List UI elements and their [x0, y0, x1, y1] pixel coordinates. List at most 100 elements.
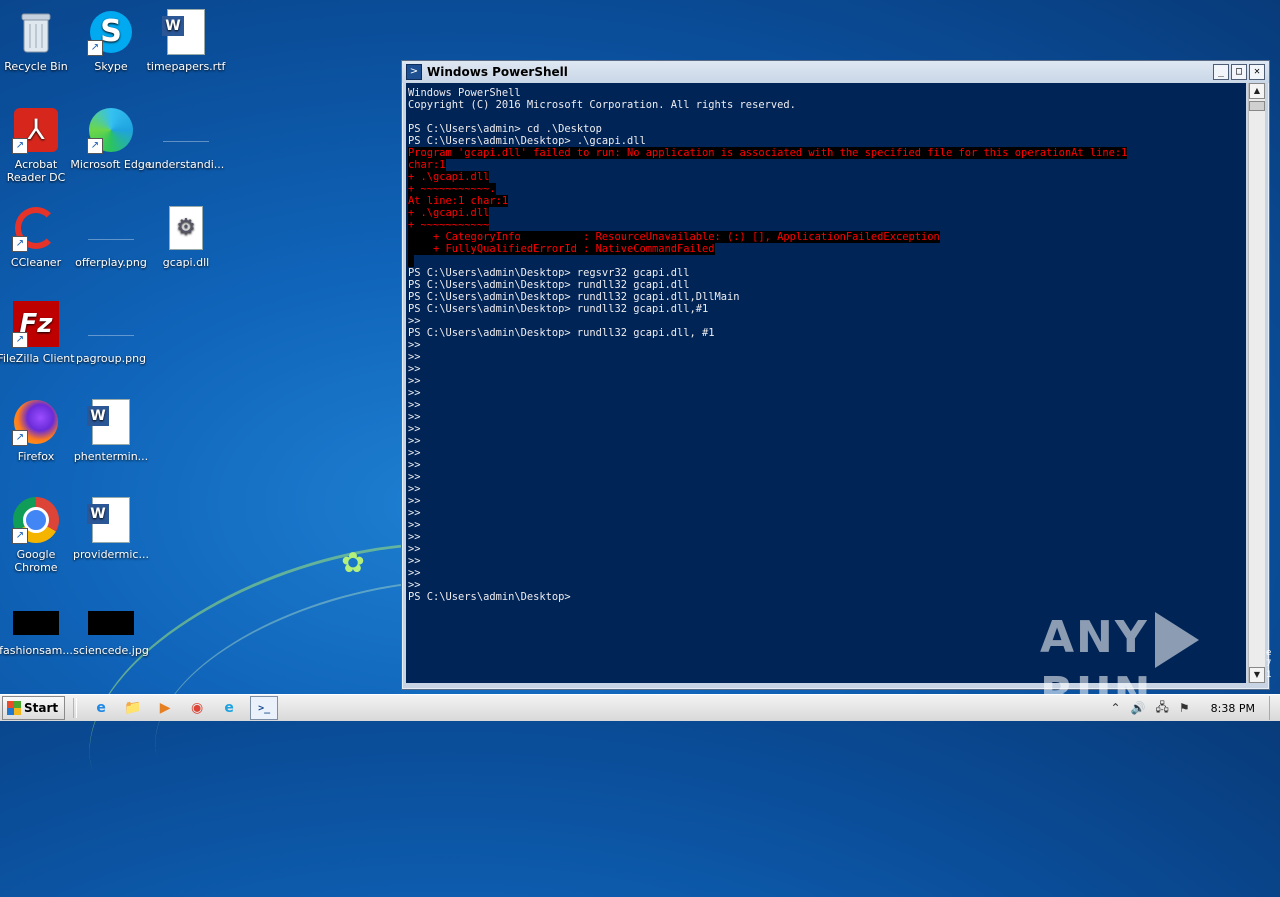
console-line: + FullyQualifiedErrorId : NativeCommandF… [408, 243, 1246, 255]
console-line: PS C:\Users\admin> cd .\Desktop [408, 123, 1246, 135]
console-line: >> [408, 519, 1246, 531]
console-line: PS C:\Users\admin\Desktop> .\gcapi.dll [408, 135, 1246, 147]
filezilla-icon: Fz ↗ [12, 300, 60, 348]
powershell-taskbar-icon[interactable]: >_ [250, 696, 278, 720]
console-error-text: + .\gcapi.dll [408, 207, 489, 219]
firefox-icon: ↗ [12, 398, 60, 446]
console-line: + ~~~~~~~~~~~ [408, 219, 1246, 231]
action-center-flag-icon[interactable]: ⚑ [1179, 701, 1190, 715]
console-line: >> [408, 555, 1246, 567]
desktop-icon-label: Acrobat Reader DC [7, 158, 66, 184]
show-hidden-icons-icon[interactable]: ⌃ [1111, 701, 1121, 715]
system-tray: ⌃ 🔊 🖧 ⚑ 8:38 PM [1106, 695, 1280, 721]
console-text: >> [408, 315, 421, 327]
desktop-icon-chrome[interactable]: ↗ Google Chrome [0, 496, 78, 574]
minimize-button[interactable]: _ [1213, 64, 1229, 80]
skype-icon: S ↗ [87, 8, 135, 56]
console-line: >> [408, 339, 1246, 351]
internet-explorer-icon[interactable]: e [90, 697, 112, 719]
recycle-bin-icon [12, 8, 60, 56]
desktop-icon-providermic[interactable]: W providermic... [69, 496, 153, 561]
console-output[interactable]: Windows PowerShellCopyright (C) 2016 Mic… [406, 83, 1246, 683]
console-line: >> [408, 531, 1246, 543]
desktop-icon-label: FileZilla Client [0, 352, 75, 365]
console-lines: Windows PowerShellCopyright (C) 2016 Mic… [406, 83, 1246, 603]
console-error-text: + .\gcapi.dll [408, 171, 489, 183]
console-line: PS C:\Users\admin\Desktop> regsvr32 gcap… [408, 267, 1246, 279]
maximize-button[interactable]: □ [1231, 64, 1247, 80]
shortcut-arrow-icon: ↗ [87, 138, 103, 154]
console-line: >> [408, 411, 1246, 423]
desktop-icon-label: Recycle Bin [4, 60, 67, 73]
file-thumbnail-icon [87, 300, 135, 348]
taskbar: Start e 📁 ▶ ◉ e >_ ⌃ 🔊 🖧 ⚑ 8:38 PM [0, 694, 1280, 721]
console-text: >> [408, 495, 421, 507]
edge-icon: ↗ [87, 106, 135, 154]
file-thumbnail-icon [87, 204, 135, 252]
console-error-text: + FullyQualifiedErrorId : NativeCommandF… [408, 243, 715, 255]
network-icon[interactable]: 🖧 [1156, 698, 1169, 719]
console-line: >> [408, 459, 1246, 471]
console-error-text: + ~~~~~~~~~~~ [408, 219, 489, 231]
console-error-text: + CategoryInfo : ResourceUnavailable: (:… [408, 231, 940, 243]
file-thumbnail-icon [162, 106, 210, 154]
shortcut-arrow-icon: ↗ [12, 430, 28, 446]
desktop-icon-timepapers[interactable]: W timepapers.rtf [144, 8, 228, 73]
console-line: >> [408, 447, 1246, 459]
console-text: >> [408, 567, 421, 579]
desktop-icon-label: CCleaner [11, 256, 61, 269]
console-text: >> [408, 399, 421, 411]
start-button[interactable]: Start [2, 696, 65, 720]
clock[interactable]: 8:38 PM [1211, 702, 1255, 715]
console-line: + CategoryInfo : ResourceUnavailable: (:… [408, 231, 1246, 243]
console-line [408, 111, 1246, 123]
desktop-icon-acrobat[interactable]: ⅄ ↗ Acrobat Reader DC [0, 106, 78, 184]
desktop-icon-sciencede[interactable]: sciencede.jpg [69, 606, 153, 657]
scrollbar-thumb[interactable] [1249, 101, 1265, 111]
console-line: >> [408, 483, 1246, 495]
volume-icon[interactable]: 🔊 [1131, 701, 1146, 715]
console-line: PS C:\Users\admin\Desktop> [408, 591, 1246, 603]
desktop-icon-phentermin[interactable]: W phentermin... [69, 398, 153, 463]
console-text: PS C:\Users\admin\Desktop> rundll32 gcap… [408, 303, 708, 315]
console-text: PS C:\Users\admin\Desktop> rundll32 gcap… [408, 279, 690, 291]
desktop-icon-fashionsam[interactable]: fashionsam... [0, 606, 78, 657]
console-text: >> [408, 531, 421, 543]
desktop-icon-label: gcapi.dll [163, 256, 209, 269]
desktop-icon-pagroup[interactable]: pagroup.png [69, 300, 153, 365]
desktop-icon-skype[interactable]: S ↗ Skype [69, 8, 153, 73]
edge-taskbar-icon[interactable]: e [218, 697, 240, 719]
window-titlebar[interactable]: > Windows PowerShell _ □ ✕ [402, 61, 1269, 83]
ccleaner-icon: ↗ [12, 204, 60, 252]
powershell-window[interactable]: > Windows PowerShell _ □ ✕ Windows Power… [401, 60, 1270, 690]
wallpaper-flower-icon: ✿ [338, 548, 368, 578]
console-text: >> [408, 423, 421, 435]
close-button[interactable]: ✕ [1249, 64, 1265, 80]
console-error-text: Program 'gcapi.dll' failed to run: No ap… [408, 147, 1127, 159]
window-title: Windows PowerShell [427, 65, 568, 79]
show-desktop-button[interactable] [1269, 696, 1280, 720]
console-line: >> [408, 351, 1246, 363]
desktop-icon-understanding[interactable]: understandi... [144, 106, 228, 171]
vertical-scrollbar[interactable]: ▲ ▼ [1248, 83, 1265, 683]
media-player-icon[interactable]: ▶ [154, 697, 176, 719]
file-explorer-icon[interactable]: 📁 [122, 697, 144, 719]
console-line: At line:1 char:1 [408, 195, 1246, 207]
scroll-up-icon[interactable]: ▲ [1249, 83, 1265, 99]
desktop-icon-offerplay[interactable]: offerplay.png [69, 204, 153, 269]
desktop-icon-ccleaner[interactable]: ↗ CCleaner [0, 204, 78, 269]
dll-file-icon: ⚙ [162, 204, 210, 252]
console-text: >> [408, 519, 421, 531]
console-text: >> [408, 507, 421, 519]
desktop-icon-label: offerplay.png [75, 256, 147, 269]
console-text: >> [408, 579, 421, 591]
console-text: PS C:\Users\admin> cd .\Desktop [408, 123, 602, 135]
desktop-icon-firefox[interactable]: ↗ Firefox [0, 398, 78, 463]
console-text: >> [408, 447, 421, 459]
chrome-taskbar-icon[interactable]: ◉ [186, 697, 208, 719]
desktop-icon-edge[interactable]: ↗ Microsoft Edge [69, 106, 153, 171]
desktop-icon-gcapi[interactable]: ⚙ gcapi.dll [144, 204, 228, 269]
desktop-icon-filezilla[interactable]: Fz ↗ FileZilla Client [0, 300, 78, 365]
desktop-icon-recycle-bin[interactable]: Recycle Bin [0, 8, 78, 73]
word-document-icon: W [87, 398, 135, 446]
